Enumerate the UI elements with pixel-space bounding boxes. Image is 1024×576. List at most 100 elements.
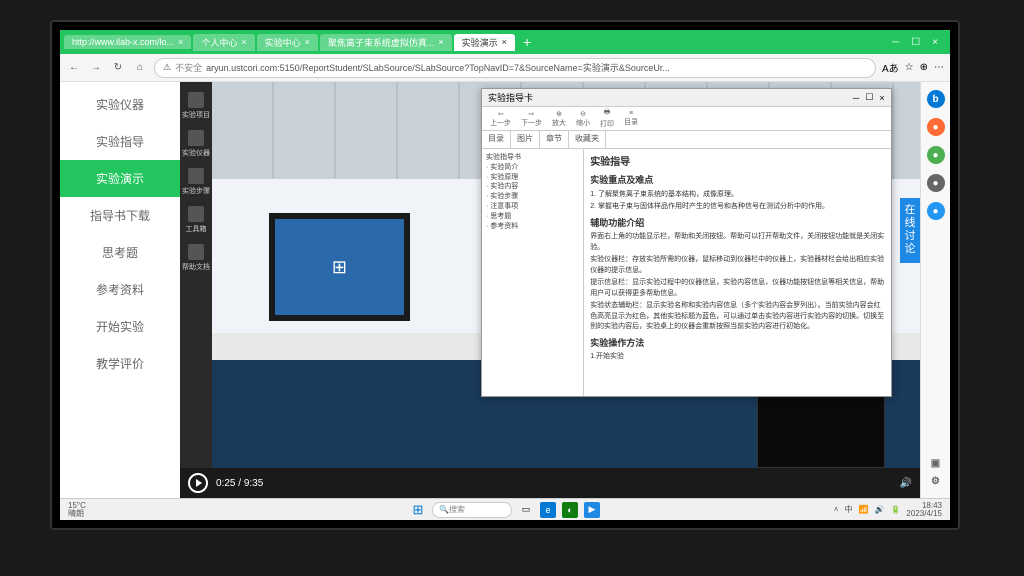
- forward-button[interactable]: →: [88, 60, 104, 76]
- sidebar-item-6[interactable]: 开始实验: [60, 308, 180, 345]
- minimize-icon[interactable]: ─: [892, 37, 899, 48]
- guide-prev-button[interactable]: ⇦上一步: [486, 110, 515, 128]
- tool-toolbox[interactable]: 工具箱: [182, 202, 210, 238]
- sidebar-app-icon[interactable]: ●: [927, 118, 945, 136]
- sidebar-item-2[interactable]: 实验演示: [60, 160, 180, 197]
- url-input[interactable]: ⚠ 不安全 aryun.ustcori.com:5150/ReportStude…: [154, 58, 876, 78]
- maximize-icon[interactable]: ☐: [911, 37, 920, 48]
- tree-item[interactable]: · 思考题: [486, 212, 579, 222]
- sidebar-app-icon[interactable]: ●: [927, 174, 945, 192]
- page-sidebar: 实验仪器 实验指导 实验演示 指导书下载 思考题 参考资料 开始实验 教学评价: [60, 82, 180, 498]
- battery-icon[interactable]: 🔋: [890, 505, 900, 514]
- online-discuss-button[interactable]: 在线讨论: [900, 198, 920, 263]
- tab-1[interactable]: 个人中心×: [193, 34, 254, 51]
- guide-text: 实验仪器栏：存放实验所需的仪器，鼠标移动到仪器栏中的仪器上，实验器材栏会给出相应…: [590, 255, 884, 276]
- read-aloud-icon[interactable]: Aあ: [882, 60, 899, 75]
- home-button[interactable]: ⌂: [132, 60, 148, 76]
- tree-item[interactable]: · 参考资料: [486, 222, 579, 232]
- sidebar-toggle-icon[interactable]: ▣: [927, 454, 945, 472]
- sidebar-item-1[interactable]: 实验指导: [60, 123, 180, 160]
- guide-tree: 实验指导书 · 实验简介 · 实验原理 · 实验内容 · 实验步骤 · 注意事项…: [482, 149, 584, 396]
- menu-icon[interactable]: ⋯: [934, 62, 944, 73]
- lab-toolbar: 实验项目 实验仪器 实验步骤 工具箱 帮助文档: [180, 82, 212, 468]
- security-label: 不安全: [175, 61, 202, 74]
- tool-instrument[interactable]: 实验仪器: [182, 126, 210, 162]
- refresh-button[interactable]: ↻: [110, 60, 126, 76]
- task-view-icon[interactable]: ▭: [518, 502, 534, 518]
- close-icon[interactable]: ×: [305, 37, 310, 47]
- tab-2[interactable]: 实验中心×: [257, 34, 318, 51]
- edge-icon[interactable]: e: [540, 502, 556, 518]
- url-text: aryun.ustcori.com:5150/ReportStudent/SLa…: [206, 61, 670, 74]
- volume-tray-icon[interactable]: 🔊: [874, 505, 884, 514]
- guide-toc-button[interactable]: ≡目录: [620, 110, 642, 127]
- guide-text: 界面右上角的功能显示栏，帮助和关闭按钮。帮助可以打开帮助文件，关闭按钮功能就是关…: [590, 232, 884, 253]
- guide-minimize-icon[interactable]: ─: [853, 93, 859, 103]
- sidebar-item-4[interactable]: 思考题: [60, 234, 180, 271]
- tree-item[interactable]: 实验指导书: [486, 153, 579, 163]
- app-icon[interactable]: ◐: [562, 502, 578, 518]
- sidebar-item-3[interactable]: 指导书下载: [60, 197, 180, 234]
- lab-monitor: ⊞: [269, 213, 411, 321]
- volume-icon[interactable]: 🔊: [900, 478, 912, 489]
- close-icon[interactable]: ×: [502, 37, 507, 47]
- close-icon[interactable]: ×: [438, 37, 443, 47]
- guide-window: 实验指导卡 ─ ☐ × ⇦上一步 ⇨下一步 ⊕放大 ⊖缩小 🖶打印 ≡目录: [481, 88, 892, 397]
- ime-icon[interactable]: 中: [845, 504, 853, 515]
- address-bar: ← → ↻ ⌂ ⚠ 不安全 aryun.ustcori.com:5150/Rep…: [60, 54, 950, 82]
- guide-maximize-icon[interactable]: ☐: [865, 92, 873, 103]
- sidebar-item-0[interactable]: 实验仪器: [60, 86, 180, 123]
- tool-steps[interactable]: 实验步骤: [182, 164, 210, 200]
- back-button[interactable]: ←: [66, 60, 82, 76]
- close-window-icon[interactable]: ×: [932, 37, 938, 48]
- sidebar-app-icon[interactable]: ●: [927, 202, 945, 220]
- guide-text: 1. 了解聚焦离子束系统的基本结构，成像原理。: [590, 190, 884, 201]
- guide-tabs: 目录 图片 章节 收藏夹: [482, 131, 891, 149]
- play-icon: [196, 479, 202, 487]
- guide-title: 实验指导卡 ─ ☐ ×: [482, 89, 891, 107]
- tree-item[interactable]: · 实验步骤: [486, 192, 579, 202]
- wifi-icon[interactable]: 📶: [859, 505, 869, 514]
- close-icon[interactable]: ×: [241, 37, 246, 47]
- tree-item[interactable]: · 实验简介: [486, 163, 579, 173]
- new-tab-button[interactable]: +: [517, 34, 537, 50]
- guide-tab-images[interactable]: 图片: [511, 131, 540, 148]
- guide-tab-chapters[interactable]: 章节: [540, 131, 569, 148]
- guide-text: 实验状态辅助栏：显示实验名称和实验内容信息（多个实验内容会罗列出）。当前实验内容…: [590, 301, 884, 333]
- tab-3[interactable]: 聚焦离子束系统虚拟仿真...×: [320, 34, 452, 51]
- sidebar-item-5[interactable]: 参考资料: [60, 271, 180, 308]
- guide-text: 2. 掌握电子束与固体样品作用时产生的信号和各种信号在测试分析中的作用。: [590, 202, 884, 213]
- guide-zoomout-button[interactable]: ⊖缩小: [572, 110, 594, 128]
- collections-icon[interactable]: ⊕: [920, 62, 928, 73]
- weather-widget[interactable]: 15°C 晴朗: [68, 502, 86, 518]
- guide-close-icon[interactable]: ×: [879, 93, 884, 103]
- taskbar-search[interactable]: 🔍 搜索: [432, 502, 512, 518]
- play-button[interactable]: [188, 473, 208, 493]
- start-button[interactable]: ⊞: [410, 502, 426, 518]
- app-icon[interactable]: ▶: [584, 502, 600, 518]
- guide-zoomin-button[interactable]: ⊕放大: [548, 110, 570, 128]
- favorite-icon[interactable]: ☆: [905, 62, 914, 73]
- guide-tab-toc[interactable]: 目录: [482, 131, 511, 148]
- video-controls: 0:25 / 9:35 🔊: [180, 468, 920, 498]
- sidebar-item-7[interactable]: 教学评价: [60, 345, 180, 382]
- tool-help[interactable]: 帮助文档: [182, 240, 210, 276]
- guide-next-button[interactable]: ⇨下一步: [517, 110, 546, 128]
- guide-print-button[interactable]: 🖶打印: [596, 108, 618, 129]
- video-frame[interactable]: 实验项目 实验仪器 实验步骤 工具箱 帮助文档 ⊞ 实验指导卡 ─ ☐: [180, 82, 920, 468]
- browser-titlebar: http://www.ilab-x.com/lo...× 个人中心× 实验中心×…: [60, 30, 950, 54]
- tab-0[interactable]: http://www.ilab-x.com/lo...×: [64, 35, 191, 49]
- guide-tab-favorites[interactable]: 收藏夹: [569, 131, 606, 148]
- clock[interactable]: 18:43 2023/4/15: [906, 502, 942, 518]
- tree-item[interactable]: · 注意事项: [486, 202, 579, 212]
- close-icon[interactable]: ×: [178, 37, 183, 47]
- tool-project[interactable]: 实验项目: [182, 88, 210, 124]
- tree-item[interactable]: · 实验原理: [486, 173, 579, 183]
- bing-icon[interactable]: b: [927, 90, 945, 108]
- guide-text: 提示信息栏：显示实验过程中的仪器信息，实验内容信息，仪器功能按钮信息等相关信息，…: [590, 278, 884, 299]
- sidebar-app-icon[interactable]: ●: [927, 146, 945, 164]
- tab-4[interactable]: 实验演示×: [454, 34, 515, 51]
- tree-item[interactable]: · 实验内容: [486, 182, 579, 192]
- tray-chevron-icon[interactable]: ˄: [834, 505, 839, 514]
- settings-icon[interactable]: ⚙: [927, 472, 945, 490]
